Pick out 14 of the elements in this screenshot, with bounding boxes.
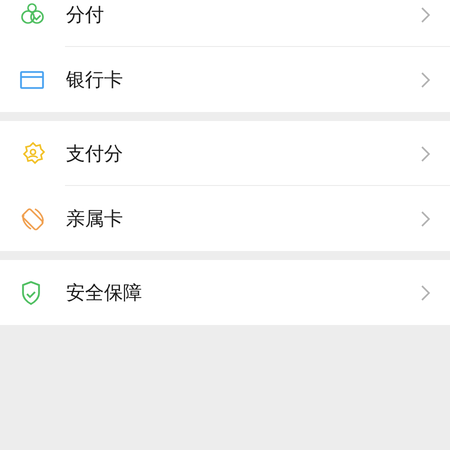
shield-check-icon: [20, 280, 42, 306]
cards-icon: [20, 206, 46, 232]
chevron-right-icon: [421, 146, 430, 162]
menu-item-label[interactable]: 亲属卡: [66, 206, 421, 232]
card-icon: [20, 70, 44, 88]
menu-item-label[interactable]: 安全保障: [66, 280, 421, 306]
chevron-right-icon: [421, 72, 430, 88]
menu-item-label[interactable]: 银行卡: [66, 66, 421, 92]
chevron-right-icon: [421, 284, 430, 300]
chevron-right-icon: [421, 210, 430, 226]
chevron-right-icon: [421, 6, 430, 22]
menu-item-label[interactable]: 分付: [66, 2, 421, 28]
badge-person-icon: [20, 140, 46, 166]
menu-item-label[interactable]: 支付分: [66, 140, 421, 166]
